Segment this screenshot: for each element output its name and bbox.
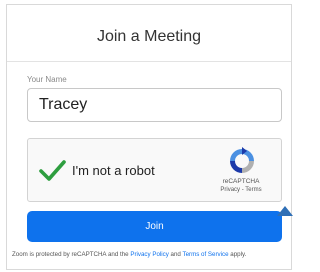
check-icon [39,160,66,181]
divider [7,61,291,62]
join-meeting-card: Join a Meeting Your Name I'm not a robot… [6,4,292,270]
footer-prefix: Zoom is protected by reCAPTCHA and the [12,251,131,258]
recaptcha-links: Privacy - Terms [211,187,271,193]
footer-suffix: apply. [228,251,247,258]
pointer-arrow-icon [277,206,293,216]
recaptcha-checkbox[interactable] [38,156,66,184]
privacy-policy-link[interactable]: Privacy Policy [130,251,169,258]
recaptcha-box: I'm not a robot reCAPTCHA Privacy - Term… [27,138,282,202]
join-button[interactable]: Join [27,211,282,242]
captcha-label: I'm not a robot [72,163,155,178]
recaptcha-logo-icon [230,147,254,173]
footer-middle: and [168,251,183,258]
page-title: Join a Meeting [96,28,202,45]
recaptcha-terms-link[interactable]: Terms [245,187,261,193]
terms-of-service-link[interactable]: Terms of Service [182,251,228,258]
name-input[interactable] [27,88,282,122]
footer-text: Zoom is protected by reCAPTCHA and the P… [12,251,246,258]
recaptcha-privacy-link[interactable]: Privacy [220,187,240,193]
name-label: Your Name [27,75,67,84]
recaptcha-brand: reCAPTCHA [222,178,260,185]
